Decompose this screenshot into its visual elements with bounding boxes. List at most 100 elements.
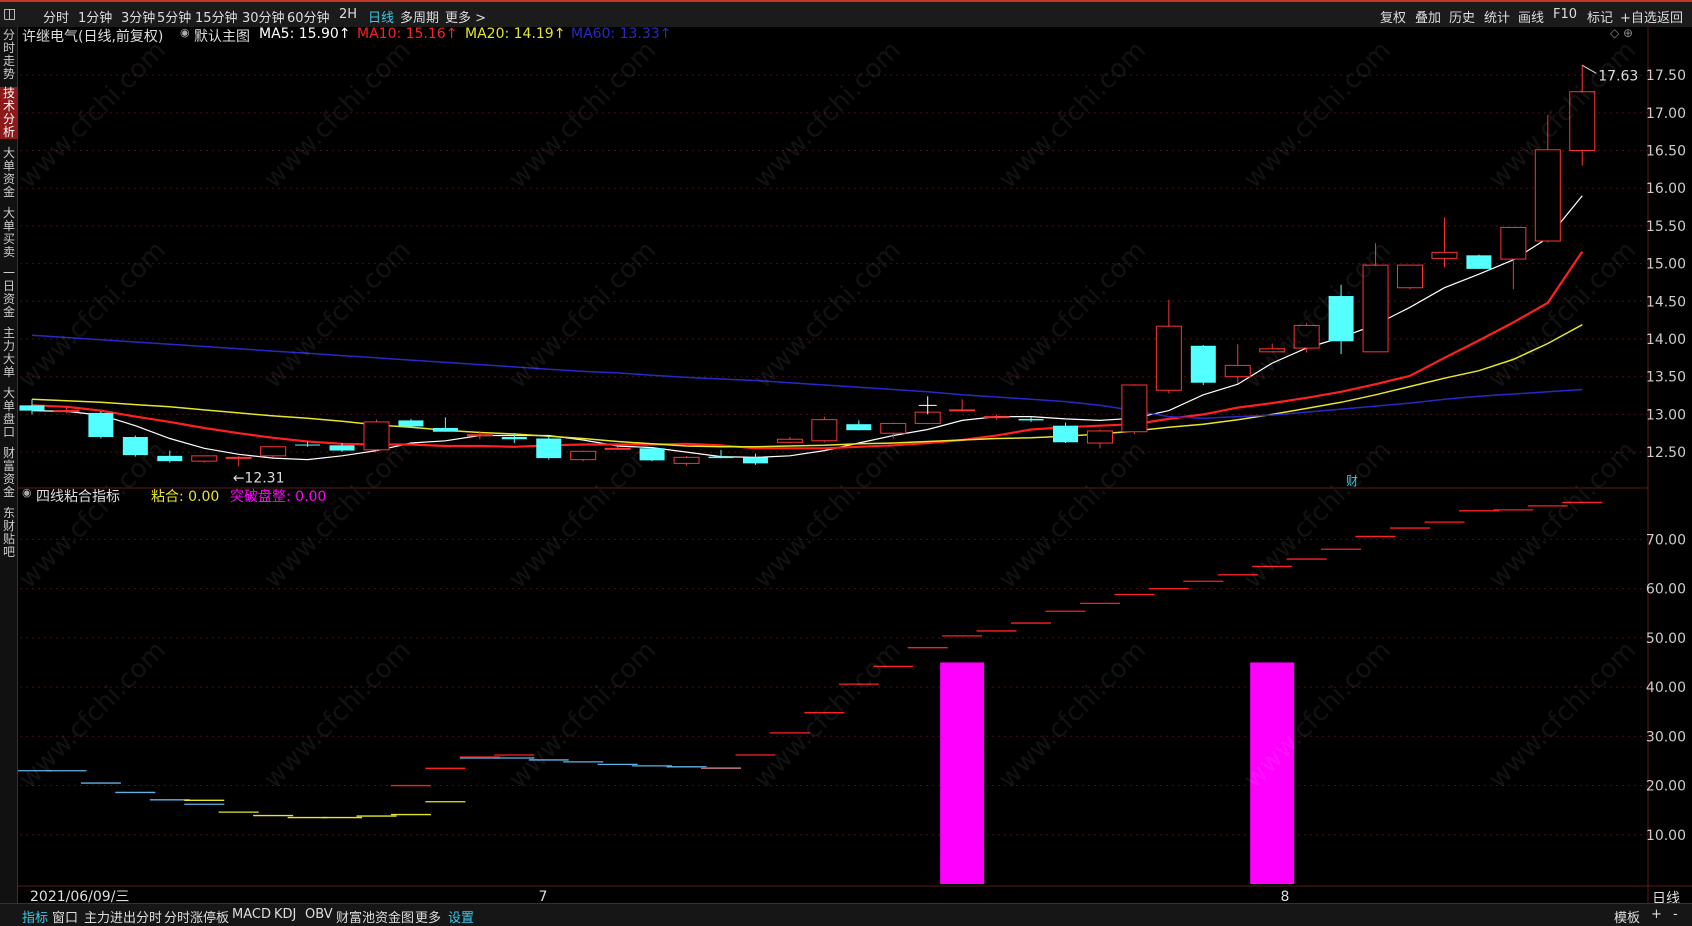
candle-body (846, 424, 872, 431)
candle-body (295, 444, 321, 446)
candle-body (1397, 264, 1423, 289)
tab-more[interactable]: 更多 (415, 907, 441, 926)
period-1min[interactable]: 1分钟 (78, 7, 112, 26)
candle (846, 420, 872, 431)
candle-body (880, 422, 907, 434)
sidebar-item-big-orders[interactable]: 大单买卖 (0, 207, 18, 259)
indicator-settings-icon[interactable]: ◉ (22, 486, 32, 499)
sidebar-item-wealth-funds[interactable]: 财富资金 (0, 447, 18, 499)
candle (363, 419, 390, 451)
high-price-pointer (1582, 64, 1597, 74)
back-button[interactable]: 返回 (1657, 7, 1683, 26)
indicator-series-ma60 (12, 757, 741, 805)
sidebar-item-main-big[interactable]: 主力大单 (0, 327, 18, 379)
candle (604, 446, 631, 450)
candle (1569, 65, 1596, 166)
candle-body (1500, 226, 1527, 260)
sub-y-tick-label: 40.00 (1646, 680, 1686, 696)
chart-settings-icon[interactable]: ◉ (180, 26, 190, 39)
candle (432, 417, 458, 432)
candle (260, 446, 287, 458)
candle-body (157, 455, 183, 462)
tab-obv[interactable]: OBV (305, 907, 333, 922)
candle-body (1293, 324, 1320, 349)
restore-rights-button[interactable]: 复权 (1380, 7, 1406, 26)
f10-button[interactable]: F10 (1553, 7, 1577, 22)
candle-body (1018, 418, 1044, 421)
kline-chart[interactable]: 12.50 13.00 13.50 14.00 14.50 15.00 15.50 16.00… (0, 0, 1692, 926)
candle-body (673, 456, 700, 464)
zoom-out-button[interactable]: - (1673, 907, 1678, 922)
period-15min[interactable]: 15分钟 (195, 7, 238, 26)
y-tick-label: 15.00 (1646, 257, 1686, 273)
template-button[interactable]: 模板 (1614, 907, 1640, 926)
tab-indicators[interactable]: 指标 (22, 907, 48, 926)
sidebar-item-tech-analysis[interactable]: 技术分析 (0, 87, 18, 139)
candle-body (1569, 91, 1596, 152)
expand-icon[interactable]: ◇ ⊕ (1610, 26, 1633, 40)
indicator-name[interactable]: 四线粘合指标 (36, 486, 120, 506)
tab-window[interactable]: 窗口 (52, 907, 78, 926)
period-30min[interactable]: 30分钟 (242, 7, 285, 26)
candle-body (53, 410, 80, 413)
zoom-in-button[interactable]: + (1651, 907, 1662, 922)
candle-body (742, 457, 768, 464)
period-2h[interactable]: 2H (339, 7, 357, 22)
stats-button[interactable]: 统计 (1484, 7, 1510, 26)
candle (1466, 254, 1492, 269)
sidebar-item-big-panel[interactable]: 大单盘口 (0, 387, 18, 439)
tab-main-inout[interactable]: 主力进出分时 (84, 907, 162, 926)
add-watchlist-button[interactable]: +自选 (1620, 7, 1657, 26)
candle (639, 447, 665, 462)
period-daily[interactable]: 日线 (368, 7, 394, 26)
main-chart-name[interactable]: 默认主图 (194, 26, 250, 46)
candle-body (1431, 251, 1458, 259)
candle-body (1086, 430, 1113, 444)
legend-tupo: 突破盘整: 0.00 (230, 489, 327, 505)
candle (1224, 344, 1251, 384)
period-more[interactable]: 更多 > (445, 7, 486, 26)
candle (1086, 429, 1113, 449)
breakout-bar (940, 662, 985, 884)
candle (880, 422, 907, 439)
candle-body (1121, 384, 1148, 433)
tab-wealth-pool[interactable]: 财富池资金图 (336, 907, 414, 926)
history-button[interactable]: 历史 (1449, 7, 1475, 26)
candle (570, 450, 597, 462)
sidebar-item-forum[interactable]: 东财贴吧 (0, 507, 18, 559)
toggle-icon[interactable]: ◫ (3, 6, 16, 22)
draw-line-button[interactable]: 画线 (1518, 7, 1544, 26)
candle-body (122, 437, 148, 456)
period-60min[interactable]: 60分钟 (287, 7, 330, 26)
sub-y-tick-label: 20.00 (1646, 779, 1686, 795)
candle-body (1328, 296, 1354, 342)
legend-nianhe: 粘合: 0.00 (151, 489, 220, 505)
sidebar-item-timeshare[interactable]: 分时走势 (0, 29, 18, 81)
candle (983, 414, 1010, 420)
y-tick-label: 16.50 (1646, 144, 1686, 160)
y-tick-label: 16.00 (1646, 181, 1686, 197)
tab-kdj[interactable]: KDJ (274, 907, 296, 922)
candle-body (1224, 364, 1251, 378)
mark-button[interactable]: 标记 (1587, 7, 1613, 26)
candle (811, 416, 838, 443)
sidebar-item-big-funds[interactable]: 大单资金 (0, 147, 18, 199)
tab-limit-up[interactable]: 分时涨停板 (164, 907, 229, 926)
candle-body (536, 438, 562, 459)
ma20-line (31, 324, 1583, 448)
period-5min[interactable]: 5分钟 (157, 7, 191, 26)
period-3min[interactable]: 3分钟 (121, 7, 155, 26)
overlay-button[interactable]: 叠加 (1415, 7, 1441, 26)
candle (1362, 243, 1389, 353)
tab-settings[interactable]: 设置 (448, 907, 474, 926)
sidebar-item-day-funds[interactable]: 一日资金 (0, 267, 18, 319)
side-nav: 分时走势 技术分析 大单资金 大单买卖 一日资金 主力大单 大单盘口 财富资金 … (0, 27, 18, 905)
candle-body (1190, 345, 1216, 383)
candle-body (19, 405, 45, 411)
candle (742, 453, 768, 465)
candle (1328, 284, 1354, 355)
period-multi[interactable]: 多周期 (400, 7, 439, 26)
tab-macd[interactable]: MACD (232, 907, 271, 922)
period-fenshi[interactable]: 分时 (43, 7, 69, 26)
candle (1500, 226, 1527, 290)
